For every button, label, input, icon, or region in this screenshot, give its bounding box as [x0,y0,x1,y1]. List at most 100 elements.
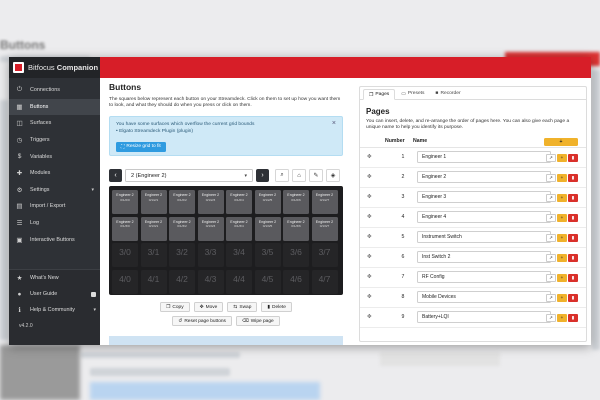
grid-button[interactable]: Engineer 2 0/1/3/6 [283,216,309,241]
open-page-button[interactable]: ↗ [546,233,556,242]
sidebar-item-settings[interactable]: ⚙ Settings ▾ [9,182,100,199]
sidebar-item-help-community[interactable]: ℹ Help & Community ▾ [9,302,100,318]
grid-button-empty[interactable]: 4/3 [197,269,224,294]
grid-button[interactable]: Engineer 2 0/1/3/1 [140,216,167,241]
page-name-input[interactable]: Engineer 2 [417,171,551,184]
drag-handle-icon[interactable]: ✥ [367,194,389,200]
drag-handle-icon[interactable]: ✥ [367,154,389,160]
grid-button-empty[interactable]: 4/2 [169,269,195,294]
insert-page-button[interactable]: + [557,253,567,262]
grid-button-empty[interactable]: 4/4 [226,269,252,294]
insert-page-button[interactable]: + [557,173,567,182]
previous-page-button[interactable]: ‹ [109,169,122,182]
resize-grid-button[interactable]: ⛶ Resize grid to fit [116,141,166,152]
grid-button-empty[interactable]: 3/6 [283,243,309,267]
open-page-button[interactable]: ↗ [546,213,556,222]
delete-page-button[interactable]: ▮ [568,313,578,322]
grid-button-empty[interactable]: 4/1 [140,269,167,294]
sidebar-item-connections[interactable]: ⏻ Connections [9,82,100,99]
grid-button-empty[interactable]: 4/5 [254,269,281,294]
delete-page-button[interactable]: ▮ [568,273,578,282]
sidebar-item-interactive-buttons[interactable]: ▣ Interactive Buttons [9,231,100,248]
delete-page-button[interactable]: ▮ [568,293,578,302]
open-page-button[interactable]: ↗ [546,153,556,162]
insert-page-button[interactable]: + [557,153,567,162]
page-name-input[interactable]: Engineer 4 [417,211,551,224]
copy-button[interactable]: ❐ Copy [160,302,190,312]
delete-page-button[interactable]: ▮ [568,213,578,222]
tab-recorder[interactable]: ■ Recorder [430,88,465,99]
move-button[interactable]: ✥ Move [193,302,224,312]
grid-button-empty[interactable]: 4/0 [112,269,138,294]
grid-button-empty[interactable]: 4/6 [283,269,309,294]
drag-handle-icon[interactable]: ✥ [367,234,389,240]
sidebar-item-user-guide[interactable]: ● User Guide [9,286,100,302]
page-name-input[interactable]: Inst Switch 2 [417,251,551,264]
page-select[interactable]: 2 (Engineer 2) ▾ [125,169,253,182]
grid-button-empty[interactable]: 3/0 [112,243,138,267]
page-name-input[interactable]: Engineer 1 [417,151,551,164]
next-page-button[interactable]: › [256,169,269,182]
page-name-input[interactable]: RF Config [417,271,551,284]
edit-page-button[interactable]: ✎ [309,169,323,182]
delete-page-button[interactable]: ▮ [568,173,578,182]
delete-page-button[interactable]: ▮ [568,233,578,242]
open-page-button[interactable]: ↗ [546,253,556,262]
drag-handle-icon[interactable]: ✥ [367,274,389,280]
tag-button[interactable]: ◈ [326,169,340,182]
open-page-button[interactable]: ↗ [546,313,556,322]
insert-page-button[interactable]: + [557,213,567,222]
grid-button[interactable]: Engineer 2 0/1/2/3 [197,190,224,214]
page-name-input[interactable]: Instrument Switch [417,231,551,244]
grid-button[interactable]: Engineer 2 0/1/2/4 [226,190,252,214]
grid-button[interactable]: Engineer 2 0/1/3/2 [169,216,195,241]
close-icon[interactable]: × [332,120,336,127]
sidebar-item-triggers[interactable]: ◷ Triggers [9,132,100,149]
grid-button-empty[interactable]: 4/7 [311,269,338,294]
sidebar-item-modules[interactable]: ✚ Modules [9,165,100,182]
page-name-input[interactable]: Engineer 3 [417,191,551,204]
grid-button[interactable]: Engineer 2 0/1/2/0 [112,190,138,214]
insert-page-button[interactable]: + [557,293,567,302]
grid-button[interactable]: Engineer 2 0/1/2/6 [283,190,309,214]
open-page-button[interactable]: ↗ [546,293,556,302]
grid-button[interactable]: Engineer 2 0/1/3/3 [197,216,224,241]
home-button[interactable]: ⌂ [292,169,306,182]
tab-pages[interactable]: ❐ Pages [363,89,396,100]
delete-page-button[interactable]: ▮ [568,153,578,162]
grid-button-empty[interactable]: 3/5 [254,243,281,267]
grid-button[interactable]: Engineer 2 0/1/3/4 [226,216,252,241]
open-page-button[interactable]: ↗ [546,173,556,182]
grid-button-empty[interactable]: 3/4 [226,243,252,267]
delete-button[interactable]: ▮ Delete [261,302,292,312]
insert-page-button[interactable]: + [557,273,567,282]
delete-page-button[interactable]: ▮ [568,253,578,262]
sidebar-item-log[interactable]: ☰ Log [9,215,100,232]
sidebar-item-import-export[interactable]: ▤ Import / Export [9,198,100,215]
grid-button[interactable]: Engineer 2 0/1/2/1 [140,190,167,214]
tab-presets[interactable]: ▭ Presets [396,88,429,99]
grid-button-empty[interactable]: 3/2 [169,243,195,267]
grid-button[interactable]: Engineer 2 0/1/2/2 [169,190,195,214]
insert-page-button[interactable]: + [557,193,567,202]
insert-page-button[interactable]: + [557,233,567,242]
grid-button[interactable]: Engineer 2 0/1/2/7 [311,190,338,214]
page-name-input[interactable]: Mobile Devices [417,291,551,304]
grid-button-empty[interactable]: 3/1 [140,243,167,267]
reset-page-buttons-button[interactable]: ↺ Reset page buttons [172,316,232,326]
delete-page-button[interactable]: ▮ [568,193,578,202]
grid-button[interactable]: Engineer 2 0/1/3/7 [311,216,338,241]
drag-handle-icon[interactable]: ✥ [367,314,389,320]
grid-button[interactable]: Engineer 2 0/1/2/5 [254,190,281,214]
drag-handle-icon[interactable]: ✥ [367,174,389,180]
add-page-button[interactable]: + [544,137,578,146]
drag-handle-icon[interactable]: ✥ [367,294,389,300]
search-button[interactable]: ⌕ [275,169,289,182]
sidebar-item-whats-new[interactable]: ★ What's New [9,270,100,286]
page-name-input[interactable]: Battery+LQI [417,311,551,324]
grid-button-empty[interactable]: 3/3 [197,243,224,267]
wipe-page-button[interactable]: ⌫ Wipe page [235,316,280,326]
insert-page-button[interactable]: + [557,313,567,322]
sidebar-item-surfaces[interactable]: ◫ Surfaces [9,115,100,132]
grid-button-empty[interactable]: 3/7 [311,243,338,267]
